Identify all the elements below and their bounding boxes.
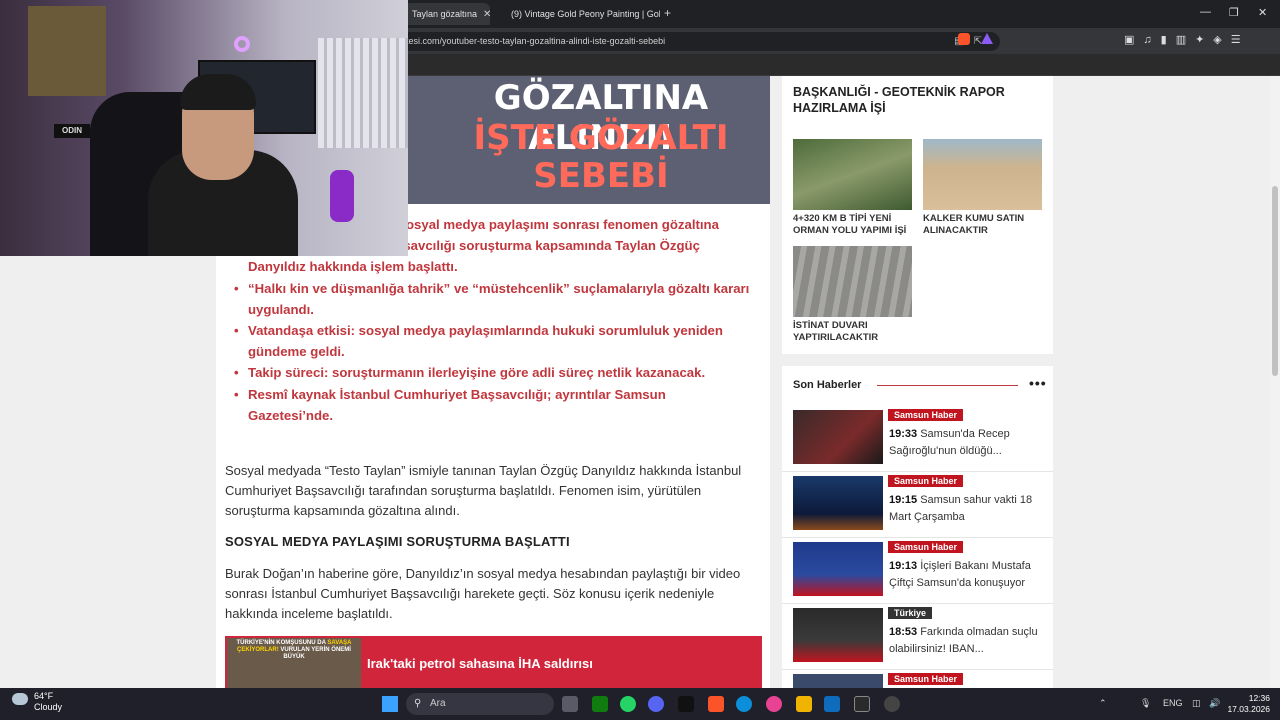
category-badge[interactable]: Samsun Haber bbox=[888, 673, 964, 685]
webcam-overlay: ODIN bbox=[0, 0, 408, 256]
brave-browser-icon[interactable] bbox=[708, 696, 724, 712]
windows-taskbar: 64°F Cloudy ⚲ Ara ⌃ 🎙 ENG ◫ 🔊 12:36 17.0… bbox=[0, 688, 1280, 720]
url-text: tesi.com/youtuber-testo-taylan-gozaltina… bbox=[406, 36, 666, 46]
microphone-icon[interactable]: 🎙 bbox=[1140, 698, 1151, 709]
edge-icon[interactable] bbox=[736, 696, 752, 712]
tender-card-image[interactable] bbox=[793, 246, 912, 317]
clock-date: 17.03.2026 bbox=[1227, 704, 1270, 714]
tender-card-caption[interactable]: 4+320 KM B TİPİ YENİ ORMAN YOLU YAPIMI İ… bbox=[793, 213, 913, 237]
toolbar-extension-icons[interactable]: ▣♫▮▥✦◈☰ bbox=[1124, 33, 1250, 46]
summary-item: Takip süreci: soruşturmanın ilerleyişine… bbox=[216, 362, 770, 383]
news-item[interactable]: Samsun Haber 19:15 Samsun sahur vakti 18… bbox=[782, 472, 1053, 538]
category-badge[interactable]: Samsun Haber bbox=[888, 475, 964, 487]
hero-line-3: SEBEBİ bbox=[533, 156, 669, 196]
network-icon[interactable]: ◫ bbox=[1192, 698, 1201, 709]
webcam-poster bbox=[28, 6, 106, 96]
summary-item: “Halkı kin ve düşmanlığa tahrik” ve “müs… bbox=[216, 278, 770, 320]
close-icon[interactable]: ✕ bbox=[483, 9, 490, 20]
webcam-sign: ODIN bbox=[54, 124, 90, 138]
webcam-microphone bbox=[330, 170, 354, 222]
whatsapp-icon[interactable] bbox=[620, 696, 636, 712]
category-badge[interactable]: Samsun Haber bbox=[888, 541, 964, 553]
weather-desc: Cloudy bbox=[34, 702, 63, 712]
news-thumbnail[interactable] bbox=[793, 410, 883, 464]
new-tab-icon[interactable]: + bbox=[664, 6, 671, 20]
tender-card[interactable]: KALKER KUMU SATIN ALINACAKTIR bbox=[923, 139, 1043, 237]
brave-shield-icon[interactable] bbox=[958, 33, 970, 45]
latest-news-title: Son Haberler bbox=[793, 379, 862, 391]
search-icon: ⚲ bbox=[414, 698, 422, 709]
news-item[interactable]: Türkiye 18:53 Farkında olmadan suçlu ola… bbox=[782, 604, 1053, 670]
news-item[interactable]: Samsun Haber 19:13 İçişleri Bakanı Musta… bbox=[782, 538, 1053, 604]
url-field[interactable]: tesi.com/youtuber-testo-taylan-gozaltina… bbox=[400, 32, 1000, 51]
category-badge[interactable]: Samsun Haber bbox=[888, 409, 964, 421]
latest-news-widget: Son Haberler ••• Samsun Haber 19:33 Sams… bbox=[782, 366, 1053, 688]
news-thumbnail[interactable] bbox=[793, 674, 883, 688]
windows-start-icon[interactable] bbox=[382, 696, 398, 712]
news-thumbnail[interactable] bbox=[793, 608, 883, 662]
webcam-ring-lamp bbox=[234, 36, 250, 52]
hero-line-2: İŞTE GÖZALTI bbox=[473, 118, 729, 158]
title-divider bbox=[877, 385, 1018, 386]
tender-card-image[interactable] bbox=[793, 139, 912, 210]
news-headline[interactable]: 19:13 İçişleri Bakanı Mustafa Çiftçi Sam… bbox=[889, 558, 1049, 592]
tray-chevron-icon[interactable]: ⌃ bbox=[1099, 698, 1107, 709]
file-explorer-icon[interactable] bbox=[796, 696, 812, 712]
obs-icon[interactable] bbox=[884, 696, 900, 712]
tab-youtube-label: (9) Vintage Gold Peony Painting | Gol bbox=[511, 9, 660, 19]
related-news-image[interactable]: TÜRKİYE'NİN KOMŞUSUNU DA SAVAŞA ÇEKİYORL… bbox=[227, 638, 361, 688]
brave-rewards-icon[interactable] bbox=[981, 33, 993, 44]
webcam-person-hair bbox=[180, 74, 256, 110]
article-paragraph: Sosyal medyada “Testo Taylan” ismiyle ta… bbox=[225, 463, 742, 518]
task-view-icon[interactable] bbox=[562, 696, 578, 712]
tab-article-label: Taylan gözaltına bbox=[412, 9, 478, 19]
news-thumbnail[interactable] bbox=[793, 542, 883, 596]
weather-widget[interactable]: 64°F Cloudy bbox=[34, 691, 62, 713]
search-placeholder: Ara bbox=[430, 698, 446, 709]
category-badge[interactable]: Türkiye bbox=[888, 607, 933, 619]
cloud-icon bbox=[12, 693, 28, 705]
ellipsis-icon[interactable]: ••• bbox=[1029, 375, 1047, 391]
article-subheading: SOSYAL MEDYA PAYLAŞIMI SORUŞTURMA BAŞLAT… bbox=[225, 534, 570, 549]
discord-icon[interactable] bbox=[648, 696, 664, 712]
news-headline[interactable]: 18:53 Farkında olmadan suçlu olabilirsin… bbox=[889, 624, 1049, 658]
clock-time: 12:36 bbox=[1248, 693, 1270, 703]
article-paragraph: Burak Doğan’ın haberine göre, Danyıldız’… bbox=[225, 566, 741, 621]
tender-card[interactable]: 4+320 KM B TİPİ YENİ ORMAN YOLU YAPIMI İ… bbox=[793, 139, 913, 237]
minimize-icon[interactable]: — bbox=[1200, 6, 1211, 18]
related-news-title[interactable]: Irak'taki petrol sahasına İHA saldırısı bbox=[367, 656, 593, 671]
tender-widget: BAŞKANLIĞI - GEOTEKNİK RAPOR HAZIRLAMA İ… bbox=[782, 76, 1053, 354]
app-icon[interactable] bbox=[854, 696, 870, 712]
tender-title[interactable]: BAŞKANLIĞI - GEOTEKNİK RAPOR HAZIRLAMA İ… bbox=[793, 84, 1048, 116]
taskbar-search[interactable]: ⚲ Ara bbox=[406, 693, 554, 715]
news-thumbnail[interactable] bbox=[793, 476, 883, 530]
terminal-icon[interactable] bbox=[678, 696, 694, 712]
tab-youtube[interactable]: (9) Vintage Gold Peony Painting | Gol bbox=[498, 3, 660, 25]
system-clock[interactable]: 12:36 17.03.2026 bbox=[1226, 693, 1270, 715]
figma-icon[interactable] bbox=[766, 696, 782, 712]
related-news-banner[interactable]: TÜRKİYE'NİN KOMŞUSUNU DA SAVAŞA ÇEKİYORL… bbox=[225, 636, 762, 688]
page-scrollbar[interactable] bbox=[1270, 76, 1280, 688]
tender-card[interactable]: İSTİNAT DUVARI YAPTIRILACAKTIR bbox=[793, 246, 913, 344]
weather-temp: 64°F bbox=[34, 691, 54, 701]
summary-item: Vatandaşa etkisi: sosyal medya paylaşıml… bbox=[216, 320, 770, 362]
related-news-image-caption: TÜRKİYE'NİN KOMŞUSUNU DA SAVAŞA ÇEKİYORL… bbox=[236, 640, 352, 660]
tender-card-image[interactable] bbox=[923, 139, 1042, 210]
tab-article[interactable]: Taylan gözaltına ✕ bbox=[404, 3, 490, 25]
scroll-thumb[interactable] bbox=[1272, 186, 1278, 376]
volume-icon[interactable]: 🔊 bbox=[1209, 698, 1220, 709]
outlook-icon[interactable] bbox=[824, 696, 840, 712]
tender-card-caption[interactable]: KALKER KUMU SATIN ALINACAKTIR bbox=[923, 213, 1043, 237]
news-item[interactable]: Samsun Haber 19:33 Samsun'da Recep Sağır… bbox=[782, 406, 1053, 472]
webcam-window-blinds bbox=[318, 38, 408, 148]
news-headline[interactable]: 19:15 Samsun sahur vakti 18 Mart Çarşamb… bbox=[889, 492, 1049, 526]
restore-icon[interactable]: ❐ bbox=[1229, 6, 1239, 19]
xbox-icon[interactable] bbox=[592, 696, 608, 712]
tender-card-caption[interactable]: İSTİNAT DUVARI YAPTIRILACAKTIR bbox=[793, 320, 913, 344]
news-headline[interactable]: 19:33 Samsun'da Recep Sağıroğlu'nun öldü… bbox=[889, 426, 1049, 460]
summary-item: Resmî kaynak İstanbul Cumhuriyet Başsavc… bbox=[216, 384, 770, 426]
language-indicator[interactable]: ENG bbox=[1163, 698, 1183, 708]
window-close-icon[interactable]: ✕ bbox=[1258, 6, 1267, 19]
news-item[interactable]: Samsun Haber bbox=[782, 670, 1053, 688]
